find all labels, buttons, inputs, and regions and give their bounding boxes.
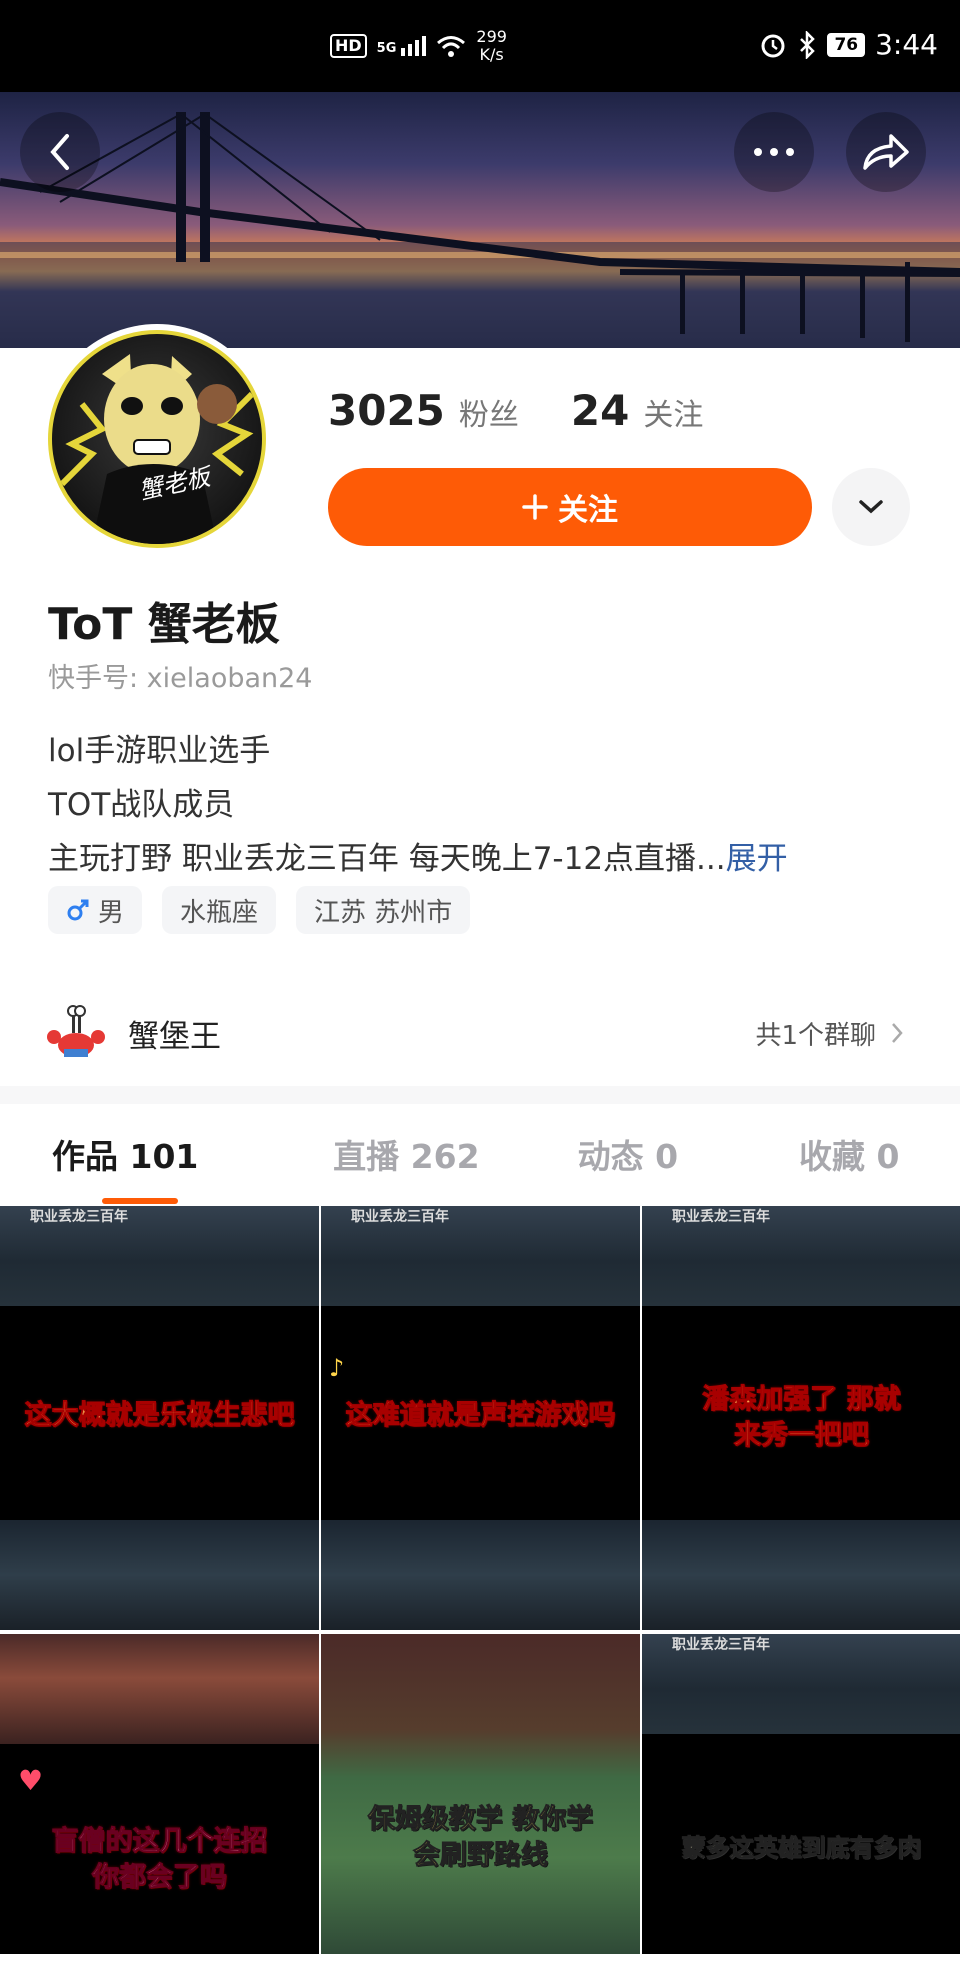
group-chat-row[interactable]: 蟹堡王 共1个群聊	[0, 990, 960, 1076]
alarm-icon	[761, 34, 785, 57]
avatar-image: 蟹老板	[48, 330, 266, 548]
profile-name: ToT 蟹老板	[48, 599, 280, 650]
wifi-icon	[437, 36, 466, 57]
following-label[interactable]: 关注	[643, 390, 703, 434]
thumbnail-top-label: 职业丢龙三百年	[672, 1209, 770, 1225]
video-caption: 蒙多这英雄到底有多肉	[681, 1834, 922, 1863]
back-button[interactable]	[20, 112, 100, 192]
thumbnail-scene	[642, 1520, 960, 1630]
avatar[interactable]: 蟹老板	[42, 324, 272, 554]
bluetooth-icon	[800, 30, 816, 59]
net-speed-value: 299	[476, 27, 507, 46]
share-button[interactable]	[846, 112, 926, 192]
tag-gender-label: 男	[98, 897, 125, 928]
video-caption: 这大概就是乐极生悲吧	[24, 1400, 295, 1432]
tag-zodiac: 水瓶座	[162, 886, 277, 934]
signal-icon: 5G	[377, 36, 427, 56]
thumbnail-scene	[321, 1520, 640, 1630]
video-caption: 潘森加强了 那就来秀一把吧	[702, 1384, 901, 1452]
video-thumbnail[interactable]: 职业丢龙三百年 ♪ 这难道就是声控游戏吗	[321, 1206, 640, 1630]
fans-count[interactable]: 3025	[328, 386, 445, 435]
thumbnail-top-label: 职业丢龙三百年	[30, 1209, 128, 1225]
status-left-indicators: HD 5G 299 K/s	[330, 28, 507, 64]
thumbnail-scene	[0, 1520, 319, 1630]
status-right-indicators: 76 3:44	[759, 28, 938, 61]
tab-favorites[interactable]: 收藏 0	[739, 1130, 960, 1178]
bio-line-3: 主玩打野 职业丢龙三百年 每天晚上7-12点直播...	[48, 841, 726, 877]
avatar-mask-figure	[59, 354, 255, 544]
profile-tabs: 作品 101 直播 262 动态 0 收藏 0	[0, 1104, 960, 1204]
follow-button[interactable]: 关注	[328, 468, 812, 546]
tab-moments[interactable]: 动态 0	[517, 1130, 738, 1178]
follow-button-label: 关注	[558, 493, 618, 528]
bio-line-2: TOT战队成员	[48, 787, 235, 823]
video-caption: 保姆级教学 教你学会刷野路线	[367, 1804, 594, 1872]
tag-gender: 男	[48, 886, 143, 934]
fans-label[interactable]: 粉丝	[459, 390, 519, 434]
video-grid: 职业丢龙三百年 这大概就是乐极生悲吧 职业丢龙三百年 ♪ 这难道就是声控游戏吗 …	[0, 1206, 960, 1954]
hd-badge: HD	[330, 34, 367, 58]
back-arrow-icon	[50, 134, 69, 170]
crab-icon	[46, 1003, 106, 1063]
bio-expand-link[interactable]: 展开	[726, 841, 788, 877]
net-speed: 299 K/s	[476, 28, 507, 64]
net-speed-unit: K/s	[479, 45, 504, 64]
tag-zodiac-label: 水瓶座	[180, 897, 259, 928]
section-divider	[0, 1086, 960, 1104]
video-thumbnail[interactable]: 职业丢龙三百年 蒙多这英雄到底有多肉	[642, 1634, 960, 1954]
clock: 3:44	[875, 28, 938, 61]
video-thumbnail[interactable]: 职业丢龙三百年 潘森加强了 那就来秀一把吧	[642, 1206, 960, 1630]
profile-tags: 男 水瓶座 江苏 苏州市	[48, 886, 471, 934]
status-bar: HD 5G 299 K/s 76 3:44	[0, 0, 960, 92]
tab-works[interactable]: 作品 101	[0, 1130, 296, 1204]
bio-line-1: lol手游职业选手	[48, 733, 271, 769]
group-count-label: 共1个群聊	[755, 1020, 876, 1051]
tab-live[interactable]: 直播 262	[296, 1130, 517, 1178]
music-note-icon: ♪	[329, 1354, 345, 1382]
group-count: 共1个群聊	[755, 1015, 904, 1052]
tag-location: 江苏 苏州市	[296, 886, 471, 934]
video-caption: 这难道就是声控游戏吗	[345, 1400, 616, 1432]
more-button[interactable]	[734, 112, 814, 192]
following-count[interactable]: 24	[571, 386, 629, 435]
signal-type: 5G	[376, 41, 397, 56]
banner-bridge-image	[0, 112, 960, 348]
group-name: 蟹堡王	[128, 1018, 221, 1055]
recommend-toggle-button[interactable]	[832, 468, 910, 546]
kuaishou-id[interactable]: 快手号: xielaoban24	[48, 656, 313, 695]
profile-banner	[0, 92, 960, 348]
video-thumbnail[interactable]: 保姆级教学 教你学会刷野路线	[321, 1634, 640, 1954]
chevron-down-icon	[859, 500, 883, 514]
battery-indicator: 76	[827, 32, 866, 57]
profile-stats: 3025 粉丝 24 关注	[328, 386, 703, 435]
more-dots-icon	[754, 148, 794, 156]
thumbnail-scene	[0, 1634, 319, 1744]
video-thumbnail[interactable]: 职业丢龙三百年 这大概就是乐极生悲吧	[0, 1206, 319, 1630]
thumbnail-top-label: 职业丢龙三百年	[351, 1209, 449, 1225]
share-arrow-icon	[863, 134, 909, 170]
tag-location-label: 江苏 苏州市	[314, 897, 453, 928]
chevron-right-icon	[892, 1023, 903, 1043]
thumbnail-top-label: 职业丢龙三百年	[672, 1637, 770, 1653]
like-heart-icon: ♥	[18, 1764, 44, 1797]
male-icon	[67, 899, 89, 921]
profile-bio: lol手游职业选手 TOT战队成员 主玩打野 职业丢龙三百年 每天晚上7-12点…	[48, 724, 788, 886]
plus-icon	[522, 494, 548, 520]
video-caption: 盲僧的这几个连招 你都会了吗	[51, 1826, 268, 1894]
video-thumbnail[interactable]: ♥ 盲僧的这几个连招 你都会了吗	[0, 1634, 319, 1954]
